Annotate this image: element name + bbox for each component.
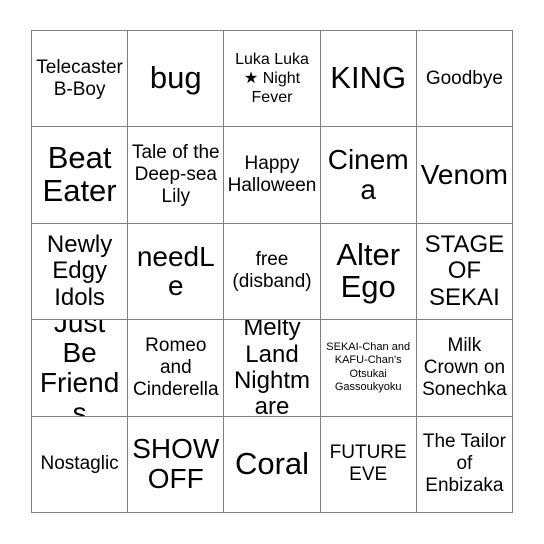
bingo-cell[interactable]: Tale of the Deep-sea Lily — [128, 127, 225, 224]
bingo-cell-label: Goodbye — [425, 67, 503, 89]
bingo-cell[interactable]: SEKAI-Chan and KAFU-Chan's Otsukai Gasso… — [320, 320, 417, 417]
bingo-cell-label: FUTURE EVE — [329, 442, 407, 486]
bingo-cell[interactable]: Venom — [416, 127, 513, 224]
bingo-cell[interactable]: Alter Ego — [320, 223, 417, 321]
bingo-cell-label: bug — [149, 60, 202, 96]
bingo-cell[interactable]: Happy Halloween — [224, 127, 321, 224]
bingo-cell-label: KING — [330, 60, 407, 96]
bingo-cell[interactable]: Newly Edgy Idols — [32, 223, 129, 321]
bingo-cell[interactable]: Coral — [224, 416, 321, 513]
bingo-cell[interactable]: needLe — [128, 223, 225, 321]
bingo-cell-label: Newly Edgy Idols — [46, 230, 113, 311]
bingo-cell-label: Just Be Friends — [39, 320, 120, 417]
bingo-cell-label: Luka Luka ★ Night Fever — [235, 50, 309, 107]
bingo-cell[interactable]: Just Be Friends — [32, 320, 129, 417]
bingo-cell-label: free (disband) — [232, 249, 312, 293]
bingo-cell[interactable]: Goodbye — [416, 31, 513, 128]
bingo-cell-label: Cinema — [327, 144, 409, 206]
bingo-cell[interactable]: Nostaglic — [32, 416, 129, 513]
bingo-cell[interactable]: Luka Luka ★ Night Fever — [224, 31, 321, 128]
bingo-cell-label: Telecaster B-Boy — [36, 56, 123, 100]
bingo-cell-label: Milk Crown on Sonechka — [422, 334, 507, 400]
bingo-cell[interactable]: FUTURE EVE — [320, 416, 417, 513]
bingo-cell-label: SHOW OFF — [132, 433, 220, 495]
bingo-cell-label: needLe — [136, 240, 215, 302]
bingo-cell[interactable]: Telecaster B-Boy — [32, 31, 129, 128]
bingo-cell-label: SEKAI-Chan and KAFU-Chan's Otsukai Gasso… — [326, 341, 411, 394]
bingo-cell-label: Coral — [234, 445, 310, 481]
bingo-card-grid: Telecaster B-Boy bug Luka Luka ★ Night F… — [31, 30, 513, 513]
bingo-cell[interactable]: Romeo and Cinderella — [128, 320, 225, 417]
bingo-cell[interactable]: bug — [128, 31, 225, 128]
bingo-cell-label: Venom — [420, 159, 508, 191]
bingo-cell-free-space[interactable]: free (disband) — [224, 223, 321, 321]
bingo-cell[interactable]: Melty Land Nightmare — [224, 320, 321, 417]
bingo-cell-label: Happy Halloween — [227, 153, 317, 197]
bingo-cell-label: STAGE OF SEKAI — [424, 230, 505, 311]
bingo-cell[interactable]: Beat Eater — [32, 127, 129, 224]
bingo-cell-label: Nostaglic — [40, 453, 119, 475]
bingo-cell-label: Romeo and Cinderella — [133, 334, 219, 400]
bingo-cell[interactable]: SHOW OFF — [128, 416, 225, 513]
bingo-cell-label: Beat Eater — [42, 140, 117, 209]
bingo-cell[interactable]: STAGE OF SEKAI — [416, 223, 513, 321]
bingo-cell[interactable]: KING — [320, 31, 417, 128]
bingo-cell[interactable]: Milk Crown on Sonechka — [416, 320, 513, 417]
bingo-cell[interactable]: Cinema — [320, 127, 417, 224]
bingo-cell-label: Alter Ego — [336, 236, 401, 305]
bingo-cell[interactable]: The Tailor of Enbizaka — [416, 416, 513, 513]
bingo-cell-label: The Tailor of Enbizaka — [422, 431, 506, 497]
bingo-cell-label: Melty Land Nightmare — [233, 320, 310, 417]
bingo-cell-label: Tale of the Deep-sea Lily — [131, 142, 220, 208]
